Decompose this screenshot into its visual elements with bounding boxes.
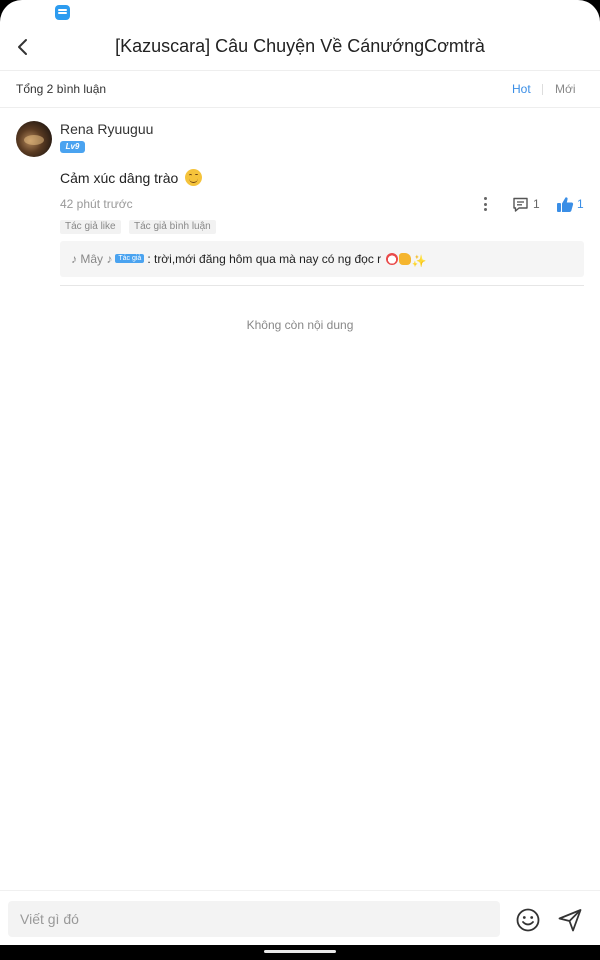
tag-author-replied: Tác giả bình luận bbox=[129, 220, 216, 234]
author-badge: Tác giả bbox=[115, 254, 145, 263]
comment-input-bar bbox=[0, 890, 600, 945]
clown-emoji-icon bbox=[385, 253, 398, 265]
level-badge: Lv9 bbox=[60, 141, 85, 153]
more-options-button[interactable] bbox=[478, 195, 492, 213]
page-title: [Kazuscara] Câu Chuyện Về CánướngCơmtrà bbox=[115, 36, 485, 56]
tag-author-liked: Tác giả like bbox=[60, 220, 121, 234]
app-screen: [Kazuscara] Câu Chuyện Về CánướngCơmtrà … bbox=[0, 0, 600, 945]
sort-hot-tab[interactable]: Hot bbox=[512, 82, 531, 96]
system-nav-bar bbox=[0, 945, 600, 960]
emoji-button[interactable] bbox=[515, 907, 541, 933]
smiling-face-emoji-icon bbox=[185, 169, 203, 186]
total-comments-label: Tổng 2 bình luận bbox=[16, 82, 107, 96]
chevron-left-icon bbox=[18, 39, 27, 55]
comment-timestamp: 42 phút trước bbox=[60, 197, 133, 211]
reply-preview[interactable]: ♪ Mây ♪ Tác giả: trời,mới đăng hôm qua mà… bbox=[60, 241, 584, 277]
thumbs-up-emoji-icon bbox=[398, 253, 411, 265]
comment-text: Cảm xúc dâng trào bbox=[60, 169, 203, 186]
comment-body: Cảm xúc dâng trào bbox=[60, 170, 179, 186]
avatar[interactable] bbox=[16, 121, 52, 157]
back-button[interactable] bbox=[10, 34, 36, 60]
thumbs-up-icon bbox=[557, 196, 574, 212]
like-count: 1 bbox=[577, 197, 584, 211]
reply-author[interactable]: ♪ Mây ♪ bbox=[71, 252, 112, 266]
app-notification-icon bbox=[55, 5, 70, 20]
sort-new-tab[interactable]: Mới bbox=[555, 82, 576, 96]
comments-count-bar: Tổng 2 bình luận Hot Mới bbox=[0, 70, 600, 108]
comment-icon bbox=[513, 197, 528, 212]
reply-line: ♪ Mây ♪ Tác giả: trời,mới đăng hôm qua mà… bbox=[71, 252, 426, 268]
comment-divider bbox=[60, 285, 584, 286]
smiley-icon bbox=[516, 908, 540, 932]
reply-text: : trời,mới đăng hôm qua mà nay có ng đọc… bbox=[147, 252, 382, 266]
comment-username[interactable]: Rena Ryuuguu bbox=[60, 121, 153, 137]
like-button[interactable]: 1 bbox=[556, 194, 584, 214]
reply-count: 1 bbox=[533, 197, 540, 211]
comment-input[interactable] bbox=[8, 901, 500, 937]
sort-divider bbox=[542, 84, 543, 95]
status-bar bbox=[0, 0, 600, 24]
send-icon bbox=[558, 909, 582, 932]
header: [Kazuscara] Câu Chuyện Về CánướngCơmtrà bbox=[0, 24, 600, 70]
sparkles-emoji-icon: ✨ bbox=[411, 254, 427, 268]
home-indicator[interactable] bbox=[264, 950, 336, 953]
end-of-list-label: Không còn nội dung bbox=[246, 318, 354, 332]
send-button[interactable] bbox=[557, 907, 583, 933]
reply-button[interactable]: 1 bbox=[512, 194, 540, 214]
